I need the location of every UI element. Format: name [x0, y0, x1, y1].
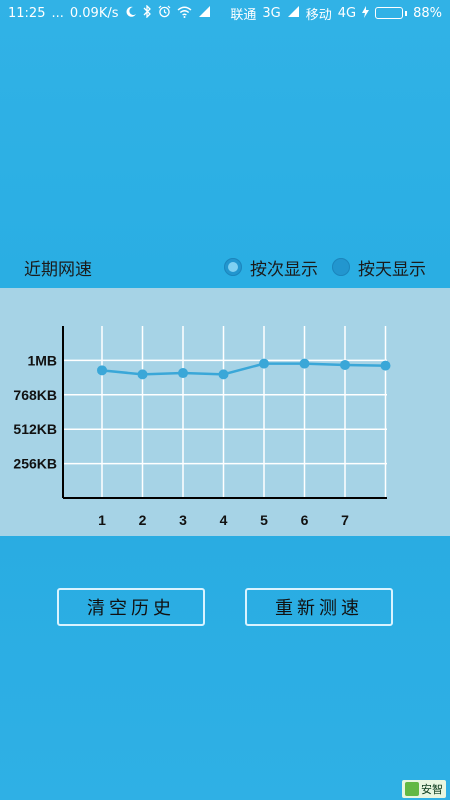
display-mode-radio-group: 按次显示 按天显示 [224, 255, 426, 280]
status-bar: 11:25 ... 0.09K/s 联通 3G 移动 4G 88% [0, 0, 450, 26]
y-tick-label: 256KB [13, 456, 57, 472]
speed-header: 近期网速 按次显示 按天显示 [0, 252, 450, 282]
chart-grid [63, 326, 387, 498]
x-tick-label: 6 [301, 512, 309, 528]
y-tick-label: 768KB [13, 387, 57, 403]
page-title: 近期网速 [24, 259, 92, 280]
radio-by-count-label: 按次显示 [250, 259, 318, 280]
speed-point [340, 359, 350, 370]
speed-point [137, 369, 148, 380]
y-tick-label: 1MB [27, 352, 57, 368]
status-bar-right: 联通 3G 移动 4G 88% [230, 4, 442, 23]
status-dots: ... [51, 5, 64, 21]
status-carrier-2: 移动 [305, 7, 332, 23]
status-net-speed: 0.09K/s [69, 5, 119, 21]
status-bar-left: 11:25 ... 0.09K/s [8, 4, 211, 21]
speed-point [178, 368, 188, 379]
x-tick-label: 5 [260, 512, 268, 528]
radio-by-count[interactable]: 按次显示 [224, 255, 318, 280]
moon-icon [125, 6, 137, 21]
status-battery: 88% [413, 5, 442, 21]
x-tick-label: 7 [341, 512, 349, 528]
charging-icon [362, 5, 370, 21]
wifi-icon [177, 6, 192, 21]
clear-history-button[interactable]: 清空历史 [57, 588, 205, 626]
speed-point [218, 369, 229, 380]
x-tick-label: 2 [139, 512, 147, 528]
speed-point [259, 358, 269, 369]
speed-point [380, 360, 391, 371]
radio-by-day[interactable]: 按天显示 [332, 255, 426, 280]
battery-icon [375, 7, 408, 19]
radio-by-day-label: 按天显示 [358, 259, 426, 280]
status-net-1: 3G [262, 5, 281, 21]
signal-icon [198, 6, 211, 20]
radio-checked-icon[interactable] [224, 258, 242, 276]
radio-unchecked-icon[interactable] [332, 258, 350, 276]
speed-point [97, 365, 107, 376]
alarm-icon [158, 5, 171, 21]
status-net-2: 4G [337, 5, 357, 21]
signal-icon [287, 6, 300, 20]
speed-point [299, 358, 310, 369]
speed-chart: 256KB 512KB 768KB 1MB 1 2 3 4 5 6 7 [13, 326, 391, 528]
y-tick-label: 512KB [13, 421, 57, 437]
retest-button[interactable]: 重新测速 [245, 588, 393, 626]
status-time: 11:25 [8, 5, 46, 21]
bluetooth-icon [143, 4, 152, 21]
watermark-text: 安智 [421, 783, 443, 796]
chart-series [97, 358, 391, 380]
status-carrier-1: 联通 [230, 7, 257, 23]
chart-axes [62, 326, 387, 499]
watermark: 安智 [402, 780, 446, 798]
speed-chart-panel: 256KB 512KB 768KB 1MB 1 2 3 4 5 6 7 [0, 288, 450, 536]
x-tick-label: 4 [220, 512, 228, 528]
anzhi-logo-icon [405, 782, 419, 796]
x-tick-label: 1 [98, 512, 106, 528]
x-tick-label: 3 [179, 512, 187, 528]
